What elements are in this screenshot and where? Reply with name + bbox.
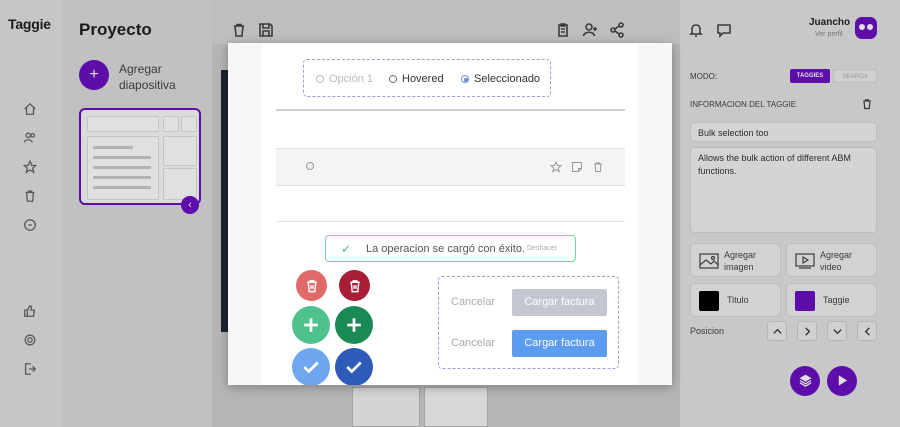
cancel-button-2[interactable]: Cancelar [451,337,495,349]
check-icon: ✓ [341,242,352,256]
delete-button-light[interactable] [296,270,327,301]
star-icon[interactable] [549,160,563,173]
radio-option-hovered[interactable]: Hovered [389,73,444,85]
preview-modal: Opción 1 Hovered Seleccionado ✓ La opera… [228,43,672,385]
confirm-button-dark[interactable] [335,348,373,385]
plus-icon [347,318,361,332]
modal-right-margin [638,43,672,385]
radio-group: Opción 1 Hovered Seleccionado [303,59,551,97]
success-toast: ✓ La operacion se cargó con éxito. Desha… [325,235,576,262]
trash-icon [306,279,317,292]
confirm-button-light[interactable] [292,348,330,385]
row-select-radio[interactable] [306,162,314,170]
cancel-button-1[interactable]: Cancelar [451,296,495,308]
upload-invoice-button[interactable]: Cargar factura [512,330,607,357]
divider [276,148,625,149]
plus-icon [304,318,318,332]
radio-option-1[interactable]: Opción 1 [316,73,373,85]
add-button-light[interactable] [292,306,330,344]
toast-message: La operacion se cargó con éxito. [366,243,525,255]
modal-left-margin [228,43,262,385]
trash-icon [349,279,360,292]
divider [276,221,625,222]
check-icon [303,361,319,374]
button-states-group: Cancelar Cargar factura Cancelar Cargar … [438,276,619,369]
add-button-dark[interactable] [335,306,373,344]
trash-icon[interactable] [592,160,604,173]
delete-button-dark[interactable] [339,270,370,301]
note-icon[interactable] [571,160,583,173]
upload-invoice-button-disabled: Cargar factura [512,289,607,316]
undo-link[interactable]: Deshacer [527,245,557,252]
divider [276,109,625,111]
radio-option-selected[interactable]: Seleccionado [461,73,540,85]
check-icon [346,361,362,374]
divider [276,185,625,186]
